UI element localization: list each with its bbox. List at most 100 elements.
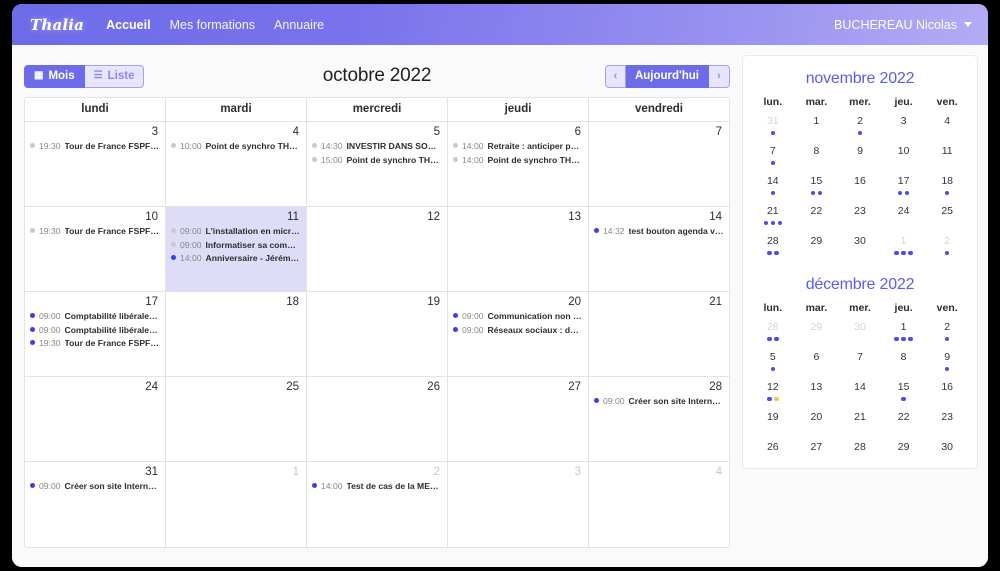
day-cell[interactable]: 12 (307, 207, 448, 291)
nav-link-mes-formations[interactable]: Mes formations (170, 18, 255, 32)
calendar-event[interactable]: 09:00Informatiser sa comptab... (169, 239, 303, 253)
calendar-event[interactable]: 09:00Comptabilité libérale : Ba... (28, 324, 162, 338)
view-button-liste[interactable]: ☰ Liste (84, 64, 145, 88)
mini-day-cell[interactable]: 3 (882, 114, 926, 144)
calendar-event[interactable]: 09:00Communication non viol... (451, 310, 585, 324)
mini-day-cell[interactable]: 29 (882, 440, 926, 470)
mini-day-cell[interactable]: 25 (925, 204, 969, 234)
view-button-mois[interactable]: ▦ Mois (24, 64, 85, 88)
calendar-event[interactable]: 09:00Comptabilité libérale : Ba... (28, 310, 162, 324)
mini-day-cell[interactable]: 30 (838, 234, 882, 264)
calendar-event[interactable]: 19:30Tour de France FSPF - Vac... (28, 225, 162, 239)
day-cell[interactable]: 3 19:30Tour de France FSPF - La ... (25, 122, 166, 206)
calendar-event[interactable]: 10:00Point de synchro THALIA ... (169, 140, 303, 154)
day-cell[interactable]: 25 (166, 377, 307, 461)
calendar-event[interactable]: 09:00Créer son site Internet av... (28, 480, 162, 494)
calendar-event[interactable]: 14:30INVESTIR DANS SON LOC... (310, 140, 444, 154)
mini-day-cell[interactable]: 8 (795, 144, 839, 174)
day-cell[interactable]: 1709:00Comptabilité libérale : Ba...09:0… (25, 292, 166, 376)
day-cell[interactable]: 514:30INVESTIR DANS SON LOC...15:00Point… (307, 122, 448, 206)
day-cell[interactable]: 10 19:30Tour de France FSPF - Vac... (25, 207, 166, 291)
mini-day-cell[interactable]: 22 (882, 410, 926, 440)
day-cell[interactable]: 19 (307, 292, 448, 376)
mini-day-cell[interactable]: 2 (925, 320, 969, 350)
user-menu[interactable]: BUCHEREAU Nicolas (834, 18, 972, 32)
mini-day-cell[interactable]: 5 (751, 350, 795, 380)
mini-day-cell[interactable]: 20 (795, 410, 839, 440)
mini-day-cell[interactable]: 19 (751, 410, 795, 440)
mini-day-cell[interactable]: 23 (925, 410, 969, 440)
mini-day-cell[interactable]: 8 (882, 350, 926, 380)
mini-day-cell[interactable]: 1 (795, 114, 839, 144)
calendar-event[interactable]: 09:00 L'installation en micro e... (169, 225, 303, 239)
day-cell[interactable]: 13 (448, 207, 589, 291)
mini-day-cell[interactable]: 22 (795, 204, 839, 234)
mini-day-cell[interactable]: 7 (838, 350, 882, 380)
day-cell[interactable]: 3 (448, 462, 589, 547)
mini-day-cell[interactable]: 30 (925, 440, 969, 470)
mini-day-cell[interactable]: 6 (795, 350, 839, 380)
calendar-event[interactable]: 14:32test bouton agenda via g... (592, 225, 726, 239)
day-cell[interactable]: 18 (166, 292, 307, 376)
mini-day-cell[interactable]: 21 (751, 204, 795, 234)
mini-day-cell[interactable]: 13 (795, 380, 839, 410)
mini-day-cell[interactable]: 14 (751, 174, 795, 204)
mini-day-cell[interactable]: 29 (795, 234, 839, 264)
mini-day-cell[interactable]: 2 (838, 114, 882, 144)
mini-day-cell[interactable]: 1 (882, 320, 926, 350)
day-cell[interactable]: 1 (166, 462, 307, 547)
mini-day-cell[interactable]: 16 (838, 174, 882, 204)
calendar-event[interactable]: 19:30Tour de France FSPF - La ... (28, 140, 162, 154)
mini-day-cell[interactable]: 4 (925, 114, 969, 144)
mini-day-cell[interactable]: 30 (838, 320, 882, 350)
mini-day-cell[interactable]: 31 (751, 114, 795, 144)
mini-day-cell[interactable]: 9 (838, 144, 882, 174)
day-cell[interactable]: 4 (589, 462, 729, 547)
day-cell[interactable]: 24 (25, 377, 166, 461)
mini-day-cell[interactable]: 11 (925, 144, 969, 174)
day-cell[interactable]: 27 (448, 377, 589, 461)
mini-day-cell[interactable]: 16 (925, 380, 969, 410)
mini-day-cell[interactable]: 27 (795, 440, 839, 470)
calendar-event[interactable]: 19:30Tour de France FSPF - Dé... (28, 337, 162, 351)
mini-day-cell[interactable]: 18 (925, 174, 969, 204)
mini-day-cell[interactable]: 14 (838, 380, 882, 410)
day-cell[interactable]: 614:00Retraite : anticiper pour n...14:0… (448, 122, 589, 206)
mini-day-cell[interactable]: 21 (838, 410, 882, 440)
mini-day-cell[interactable]: 29 (795, 320, 839, 350)
nav-link-annuaire[interactable]: Annuaire (274, 18, 324, 32)
chevron-left-icon[interactable]: ‹ (604, 64, 626, 88)
day-cell-today[interactable]: 11 09:00 L'installation en micro e... 09:00… (166, 207, 307, 291)
day-cell[interactable]: 2009:00Communication non viol...09:00Rés… (448, 292, 589, 376)
day-cell[interactable]: 7 (589, 122, 729, 206)
mini-day-cell[interactable]: 26 (751, 440, 795, 470)
mini-day-cell[interactable]: 28 (751, 234, 795, 264)
day-cell[interactable]: 21 (589, 292, 729, 376)
day-cell[interactable]: 4 10:00Point de synchro THALIA ... (166, 122, 307, 206)
thalia-logo[interactable]: Thalia (26, 16, 84, 34)
mini-day-cell[interactable]: 23 (838, 204, 882, 234)
calendar-event[interactable]: 15:00Point de synchro THALIA ... (310, 154, 444, 168)
mini-day-cell[interactable]: 24 (882, 204, 926, 234)
mini-day-cell[interactable]: 28 (751, 320, 795, 350)
calendar-event[interactable]: 09:00Réseaux sociaux : dévelo... (451, 324, 585, 338)
day-cell[interactable]: 2 14:00Test de cas de la MEP du ... (307, 462, 448, 547)
day-cell[interactable]: 28 09:00Créer son site Internet av... (589, 377, 729, 461)
mini-day-cell[interactable]: 2 (925, 234, 969, 264)
day-cell[interactable]: 31 09:00Créer son site Internet av... (25, 462, 166, 547)
mini-day-cell[interactable]: 1 (882, 234, 926, 264)
nav-link-accueil[interactable]: Accueil (106, 18, 150, 32)
day-cell[interactable]: 26 (307, 377, 448, 461)
calendar-event[interactable]: 14:00Point de synchro THALIA ... (451, 154, 585, 168)
calendar-event[interactable]: 09:00Créer son site Internet av... (592, 395, 726, 409)
today-button[interactable]: Aujourd'hui (625, 64, 709, 88)
mini-day-cell[interactable]: 10 (882, 144, 926, 174)
mini-day-cell[interactable]: 12 (751, 380, 795, 410)
mini-day-cell[interactable]: 7 (751, 144, 795, 174)
chevron-right-icon[interactable]: › (709, 64, 730, 88)
mini-day-cell[interactable]: 9 (925, 350, 969, 380)
day-cell[interactable]: 14 14:32test bouton agenda via g... (589, 207, 729, 291)
mini-day-cell[interactable]: 15 (795, 174, 839, 204)
mini-day-cell[interactable]: 15 (882, 380, 926, 410)
calendar-event[interactable]: 14:00Retraite : anticiper pour n... (451, 140, 585, 154)
